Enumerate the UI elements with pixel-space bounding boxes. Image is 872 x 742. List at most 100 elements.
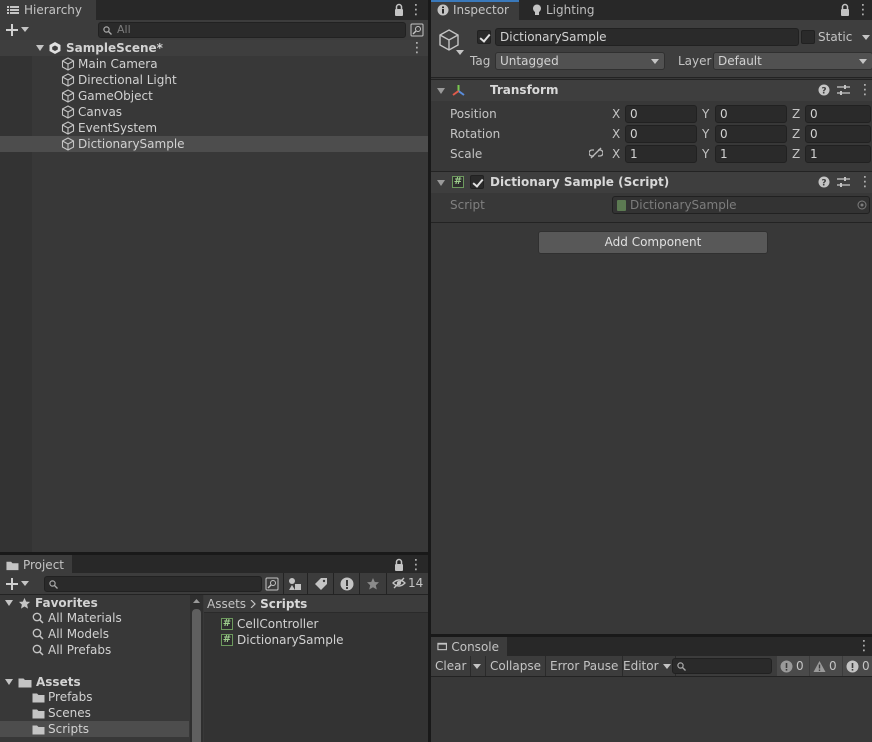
- y-axis-label[interactable]: Y: [702, 127, 709, 141]
- scene-kebab-icon[interactable]: ⋮: [410, 40, 424, 56]
- label-tag-icon[interactable]: [314, 577, 328, 591]
- presets-sliders-icon[interactable]: [837, 84, 850, 96]
- asset-folder-item[interactable]: Scripts: [0, 721, 189, 737]
- position-y-field[interactable]: 0: [715, 105, 787, 123]
- hierarchy-item[interactable]: Main Camera: [0, 56, 428, 72]
- favorite-item[interactable]: All Prefabs: [0, 642, 189, 658]
- favorite-item[interactable]: All Models: [0, 626, 189, 642]
- script-component-header[interactable]: # Dictionary Sample (Script) ? ⋮: [431, 171, 872, 193]
- chevron-down-icon[interactable]: [35, 44, 45, 52]
- presets-sliders-icon[interactable]: [837, 176, 850, 188]
- lock-icon[interactable]: [839, 3, 851, 17]
- hierarchy-item-label: GameObject: [78, 89, 153, 103]
- create-plus-button[interactable]: [6, 575, 32, 593]
- asset-folder-item[interactable]: Prefabs: [0, 689, 189, 705]
- active-checkbox[interactable]: [477, 30, 491, 44]
- file-item[interactable]: # DictionarySample: [204, 632, 428, 648]
- hierarchy-search-input[interactable]: All: [98, 22, 406, 38]
- hierarchy-item[interactable]: GameObject: [0, 88, 428, 104]
- lock-icon[interactable]: [393, 3, 405, 17]
- kebab-menu-icon[interactable]: ⋮: [857, 638, 871, 654]
- kebab-menu-icon[interactable]: ⋮: [409, 557, 423, 573]
- error-pause-toggle[interactable]: Error Pause: [546, 656, 624, 676]
- layer-dropdown[interactable]: Default: [713, 52, 872, 70]
- gameobject-cube-icon[interactable]: [437, 28, 461, 52]
- icon-dropdown-arrow-icon[interactable]: [456, 50, 464, 56]
- x-axis-label[interactable]: X: [612, 107, 620, 121]
- search-by-type-icon[interactable]: [265, 577, 279, 591]
- object-name-field[interactable]: DictionarySample: [495, 28, 799, 46]
- tag-dropdown[interactable]: Untagged: [495, 52, 665, 70]
- position-z-field[interactable]: 0: [805, 105, 871, 123]
- transform-kebab-icon[interactable]: ⋮: [858, 82, 872, 98]
- y-axis-label[interactable]: Y: [702, 107, 709, 121]
- script-kebab-icon[interactable]: ⋮: [858, 174, 872, 190]
- constrain-proportions-icon[interactable]: [589, 147, 603, 159]
- rotation-y-field[interactable]: 0: [715, 125, 787, 143]
- project-tree-scrollbar[interactable]: [190, 595, 203, 742]
- transform-header[interactable]: Transform ? ⋮: [431, 79, 872, 101]
- editor-target-dropdown[interactable]: Editor: [619, 656, 676, 676]
- breadcrumb-root[interactable]: Assets: [207, 597, 246, 611]
- x-axis-label[interactable]: X: [612, 127, 620, 141]
- y-axis-label[interactable]: Y: [702, 147, 709, 161]
- hierarchy-item[interactable]: DictionarySample: [0, 136, 428, 152]
- scale-y-field[interactable]: 1: [715, 145, 787, 163]
- tab-lighting-label: Lighting: [546, 3, 595, 17]
- z-axis-label[interactable]: Z: [792, 147, 800, 161]
- project-search-input[interactable]: [44, 576, 262, 592]
- object-picker-icon: [857, 200, 867, 210]
- breadcrumb-current[interactable]: Scripts: [260, 597, 307, 611]
- static-dropdown-arrow-icon[interactable]: [862, 35, 870, 41]
- position-x-field[interactable]: 0: [625, 105, 697, 123]
- script-enabled-checkbox[interactable]: [470, 175, 484, 189]
- filter-by-type-icon[interactable]: [288, 577, 302, 591]
- file-item[interactable]: # CellController: [204, 616, 428, 632]
- scrollbar-thumb[interactable]: [192, 609, 201, 742]
- rotation-x-field[interactable]: 0: [625, 125, 697, 143]
- help-icon[interactable]: ?: [818, 176, 830, 188]
- tab-project[interactable]: Project: [0, 555, 72, 575]
- chevron-down-icon[interactable]: [4, 599, 14, 607]
- z-axis-label[interactable]: Z: [792, 127, 800, 141]
- kebab-menu-icon[interactable]: ⋮: [409, 2, 423, 18]
- foldout-arrow-icon[interactable]: [437, 88, 445, 94]
- lock-icon[interactable]: [393, 558, 405, 572]
- scroll-up-arrow-icon[interactable]: [190, 596, 203, 606]
- assets-header[interactable]: Assets: [0, 674, 189, 690]
- clear-button[interactable]: Clear: [431, 656, 472, 676]
- hierarchy-item[interactable]: EventSystem: [0, 120, 428, 136]
- star-favorite-icon[interactable]: [366, 577, 380, 591]
- asset-folder-item[interactable]: Scenes: [0, 705, 189, 721]
- z-axis-label[interactable]: Z: [792, 107, 800, 121]
- favorite-item[interactable]: All Materials: [0, 610, 189, 626]
- hierarchy-item[interactable]: Canvas: [0, 104, 428, 120]
- collapse-toggle[interactable]: Collapse: [486, 656, 546, 676]
- scale-z-field[interactable]: 1: [805, 145, 871, 163]
- tab-inspector[interactable]: Inspector: [431, 0, 519, 20]
- search-by-type-icon[interactable]: [410, 23, 424, 37]
- foldout-arrow-icon[interactable]: [437, 180, 445, 186]
- static-checkbox[interactable]: [801, 30, 815, 44]
- help-icon[interactable]: ?: [818, 84, 830, 96]
- tab-console[interactable]: Console: [431, 637, 507, 656]
- hidden-packages-toggle[interactable]: 14: [392, 576, 423, 590]
- chevron-down-icon[interactable]: [4, 678, 14, 686]
- hierarchy-item[interactable]: Directional Light: [0, 72, 428, 88]
- clear-options-dropdown[interactable]: [469, 656, 486, 676]
- scale-x-field[interactable]: 1: [625, 145, 697, 163]
- x-axis-label[interactable]: X: [612, 147, 620, 161]
- rotation-z-field[interactable]: 0: [805, 125, 871, 143]
- log-count-toggle[interactable]: 0: [777, 656, 809, 676]
- console-search-input[interactable]: [672, 658, 772, 674]
- tab-lighting[interactable]: Lighting: [526, 0, 606, 20]
- kebab-menu-icon[interactable]: ⋮: [856, 2, 870, 18]
- tab-hierarchy[interactable]: Hierarchy: [0, 0, 96, 20]
- warning-filter-icon[interactable]: [340, 577, 354, 591]
- warning-count-toggle[interactable]: 0: [810, 656, 842, 676]
- create-plus-button[interactable]: [6, 21, 32, 39]
- add-component-button[interactable]: Add Component: [538, 231, 768, 254]
- favorites-header[interactable]: Favorites: [0, 595, 189, 611]
- scene-row[interactable]: SampleScene* ⋮: [0, 40, 428, 56]
- error-count-toggle[interactable]: 0: [843, 656, 872, 676]
